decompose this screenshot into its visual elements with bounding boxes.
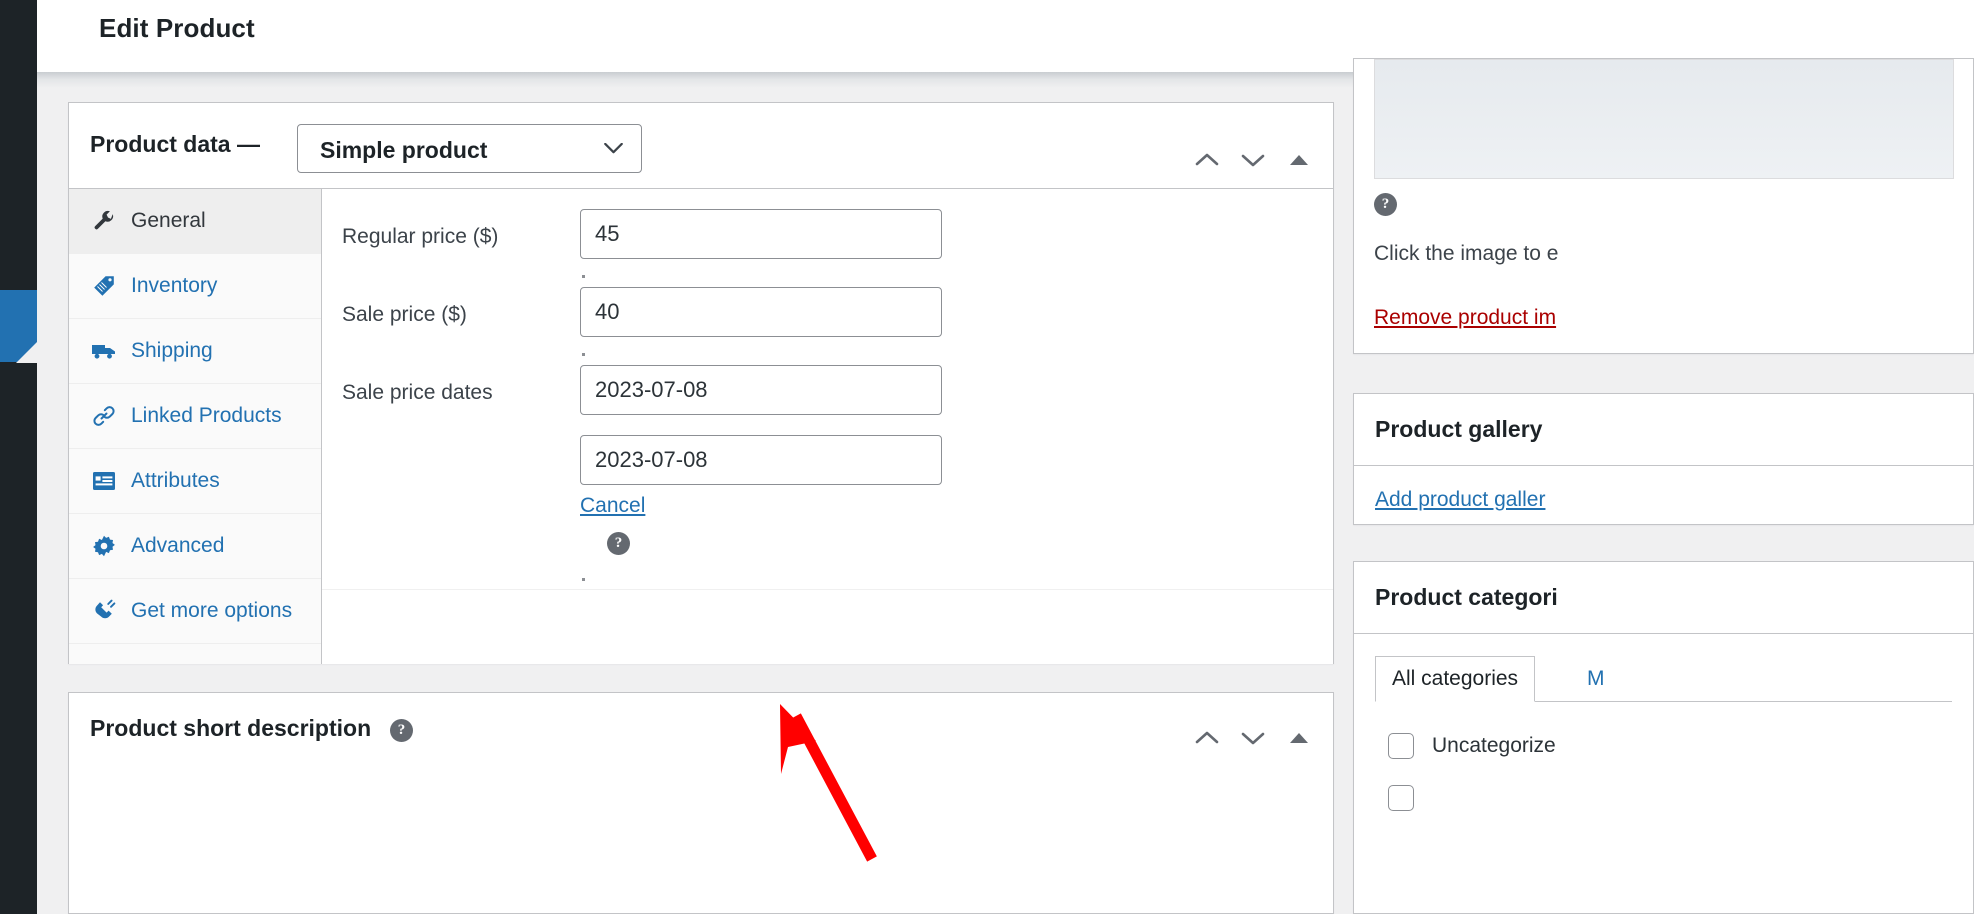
metabox-order-controls <box>1194 147 1312 173</box>
add-product-gallery-link[interactable]: Add product galler <box>1354 466 1973 512</box>
screen: Edit Product Product data — Simple produ… <box>0 0 1974 914</box>
sale-schedule-help-icon[interactable]: ? <box>607 532 630 555</box>
panel-trailing-marker <box>582 578 585 581</box>
list-item[interactable] <box>1388 772 1952 824</box>
triangle-up-icon <box>1290 733 1308 743</box>
tab-all-categories[interactable]: All categories <box>1375 656 1536 702</box>
regular-price-label: Regular price ($) <box>342 225 499 248</box>
sale-price-marker <box>582 275 585 278</box>
product-image-caption: Click the image to e <box>1374 242 1559 265</box>
product-image-help-icon[interactable]: ? <box>1374 193 1397 216</box>
move-up-button[interactable] <box>1194 147 1220 173</box>
tab-attributes-label: Attributes <box>131 469 220 492</box>
short-description-help-icon[interactable]: ? <box>390 719 413 742</box>
tab-linked-products-label: Linked Products <box>131 404 282 427</box>
gear-icon <box>91 534 117 558</box>
cancel-sale-schedule-link[interactable]: Cancel <box>580 494 645 518</box>
tab-inventory-label: Inventory <box>131 274 218 297</box>
tab-advanced-label: Advanced <box>131 534 225 557</box>
panel-separator <box>322 589 1333 590</box>
short-description-header: Product short description ? <box>69 693 1333 765</box>
short-description-title: Product short description <box>90 715 372 741</box>
tab-inventory[interactable]: Inventory <box>69 254 321 319</box>
plugin-icon <box>91 599 117 623</box>
general-panel: Regular price ($) 45 Sale price ($) 40 S… <box>322 189 1333 664</box>
sale-price-label: Sale price ($) <box>342 303 467 326</box>
product-image-thumbnail[interactable] <box>1374 59 1954 179</box>
chevron-up-icon <box>1195 153 1219 166</box>
category-label: Uncategorize <box>1432 734 1556 757</box>
wrench-icon <box>91 209 117 233</box>
chevron-down-icon <box>604 143 623 154</box>
product-type-value: Simple product <box>320 137 488 163</box>
product-categories-title: Product categori <box>1375 584 1558 610</box>
category-tabs: All categories M <box>1375 656 1952 702</box>
sale-price-input[interactable]: 40 <box>580 287 942 337</box>
category-checkbox-next[interactable] <box>1388 785 1414 811</box>
product-data-body: General Inventory Shipping Linked Produc… <box>69 189 1333 664</box>
product-data-tabs: General Inventory Shipping Linked Produc… <box>69 189 322 664</box>
tab-general-label: General <box>131 209 206 232</box>
short-description-order-controls <box>1194 725 1312 751</box>
divider <box>1354 633 1973 634</box>
category-checkbox-uncategorized[interactable] <box>1388 733 1414 759</box>
triangle-up-icon <box>1290 155 1308 165</box>
list-view-icon <box>91 470 117 492</box>
toggle-panel-button[interactable] <box>1286 725 1312 751</box>
tab-linked-products[interactable]: Linked Products <box>69 384 321 449</box>
move-down-button[interactable] <box>1240 147 1266 173</box>
chevron-down-icon <box>1241 732 1265 745</box>
content-area: Product data — Simple product ? Virtual:… <box>37 58 1974 914</box>
collapse-menu-tab[interactable] <box>0 290 38 363</box>
sale-dates-marker <box>582 353 585 356</box>
truck-icon <box>91 339 117 363</box>
product-gallery-title: Product gallery <box>1375 416 1543 442</box>
short-description-metabox: Product short description ? <box>68 692 1334 914</box>
chevron-up-icon <box>1195 731 1219 744</box>
move-up-button[interactable] <box>1194 725 1220 751</box>
product-data-metabox: Product data — Simple product ? Virtual:… <box>68 102 1334 664</box>
move-down-button[interactable] <box>1240 725 1266 751</box>
tab-get-more-options-label: Get more options <box>131 599 293 622</box>
chevron-down-icon <box>1241 154 1265 167</box>
sale-date-to-input[interactable]: 2023-07-08 <box>580 435 942 485</box>
admin-sidebar-rail <box>0 0 38 914</box>
tab-general[interactable]: General <box>69 189 321 254</box>
sale-date-from-input[interactable]: 2023-07-08 <box>580 365 942 415</box>
regular-price-input[interactable]: 45 <box>580 209 942 259</box>
tag-icon <box>91 274 117 298</box>
toggle-panel-button[interactable] <box>1286 147 1312 173</box>
tab-attributes[interactable]: Attributes <box>69 449 321 514</box>
sale-price-dates-label: Sale price dates <box>342 381 493 404</box>
tab-advanced[interactable]: Advanced <box>69 514 321 579</box>
tab-shipping[interactable]: Shipping <box>69 319 321 384</box>
tab-most-used[interactable]: M <box>1571 656 1621 702</box>
product-categories-metabox: Product categori All categories M Uncate… <box>1353 561 1974 914</box>
tab-shipping-label: Shipping <box>131 339 213 362</box>
product-image-metabox: ? Click the image to e Remove product im <box>1353 58 1974 354</box>
page-title: Edit Product <box>99 13 255 43</box>
product-data-heading: Product data — <box>90 131 260 157</box>
link-icon <box>91 404 117 428</box>
product-type-select[interactable]: Simple product <box>297 124 642 173</box>
remove-product-image-link[interactable]: Remove product im <box>1374 306 1556 330</box>
tab-get-more-options[interactable]: Get more options <box>69 579 321 644</box>
list-item[interactable]: Uncategorize <box>1388 720 1952 772</box>
product-data-header: Product data — Simple product ? Virtual:… <box>69 103 1333 256</box>
product-gallery-metabox: Product gallery Add product galler <box>1353 393 1974 525</box>
category-list: Uncategorize <box>1388 720 1952 824</box>
